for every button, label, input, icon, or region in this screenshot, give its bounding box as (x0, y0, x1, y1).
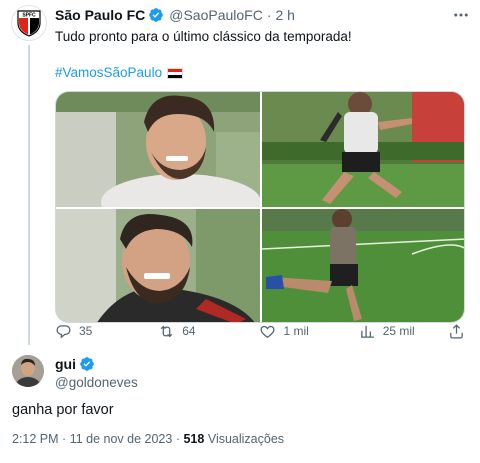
like-button[interactable]: 1 mil (259, 323, 358, 340)
retweet-count: 64 (182, 324, 196, 338)
tweet-text: Tudo pronto para o último clássico da te… (55, 29, 352, 44)
share-icon (450, 323, 463, 339)
tweet-actions: 35 64 1 mil 25 mil (55, 322, 465, 340)
reply-author-handle[interactable]: @goldoneves (55, 375, 138, 390)
reply-date[interactable]: 11 de nov de 2023 (70, 432, 173, 446)
tweet-header: São Paulo FC @SaoPauloFC · 2 h (55, 6, 468, 24)
svg-text:SPFC: SPFC (22, 13, 36, 19)
more-icon[interactable] (451, 6, 471, 24)
reply-views-label: Visualizações (207, 432, 285, 446)
heart-icon (260, 325, 275, 338)
reply-views-count: 518 (183, 432, 205, 446)
author-avatar[interactable]: SPFC (11, 5, 47, 41)
tweet-time[interactable]: 2 h (276, 7, 295, 23)
retweet-icon (160, 325, 173, 337)
reply-text: ganha por favor (12, 402, 114, 418)
media-image-2[interactable] (262, 92, 464, 207)
retweet-button[interactable]: 64 (158, 323, 259, 340)
separator-dot: · (266, 7, 272, 23)
author-handle[interactable]: @SaoPauloFC (169, 7, 263, 23)
like-count: 1 mil (283, 324, 309, 338)
sao-paulo-flag-icon (167, 67, 184, 79)
media-grid (55, 91, 465, 323)
meta-separator: · (62, 432, 67, 446)
views-button[interactable]: 25 mil (359, 323, 448, 340)
verified-badge-icon (79, 356, 95, 372)
meta-separator: · (175, 432, 180, 446)
reply-meta: 2:12 PM · 11 de nov de 2023 · 518 Visual… (12, 432, 284, 446)
reply-author-avatar[interactable] (12, 355, 44, 387)
hashtag-link[interactable]: #VamosSãoPaulo (55, 64, 162, 82)
media-image-1[interactable] (56, 92, 260, 207)
reply-count: 35 (79, 324, 93, 338)
reply-icon (56, 324, 71, 338)
reply-author-name[interactable]: gui (55, 356, 76, 372)
views-chart-icon (360, 325, 374, 338)
person-photo-icon (12, 355, 44, 387)
media-image-4[interactable] (262, 209, 464, 322)
author-name[interactable]: São Paulo FC (55, 7, 145, 23)
reply-button[interactable]: 35 (55, 323, 158, 340)
reply-time[interactable]: 2:12 PM (12, 432, 59, 446)
thread-line (28, 45, 30, 345)
share-button[interactable] (448, 323, 465, 340)
verified-badge-icon (148, 7, 164, 23)
media-image-3[interactable] (56, 209, 260, 322)
views-count: 25 mil (382, 324, 415, 338)
spfc-crest-icon: SPFC (17, 10, 41, 37)
